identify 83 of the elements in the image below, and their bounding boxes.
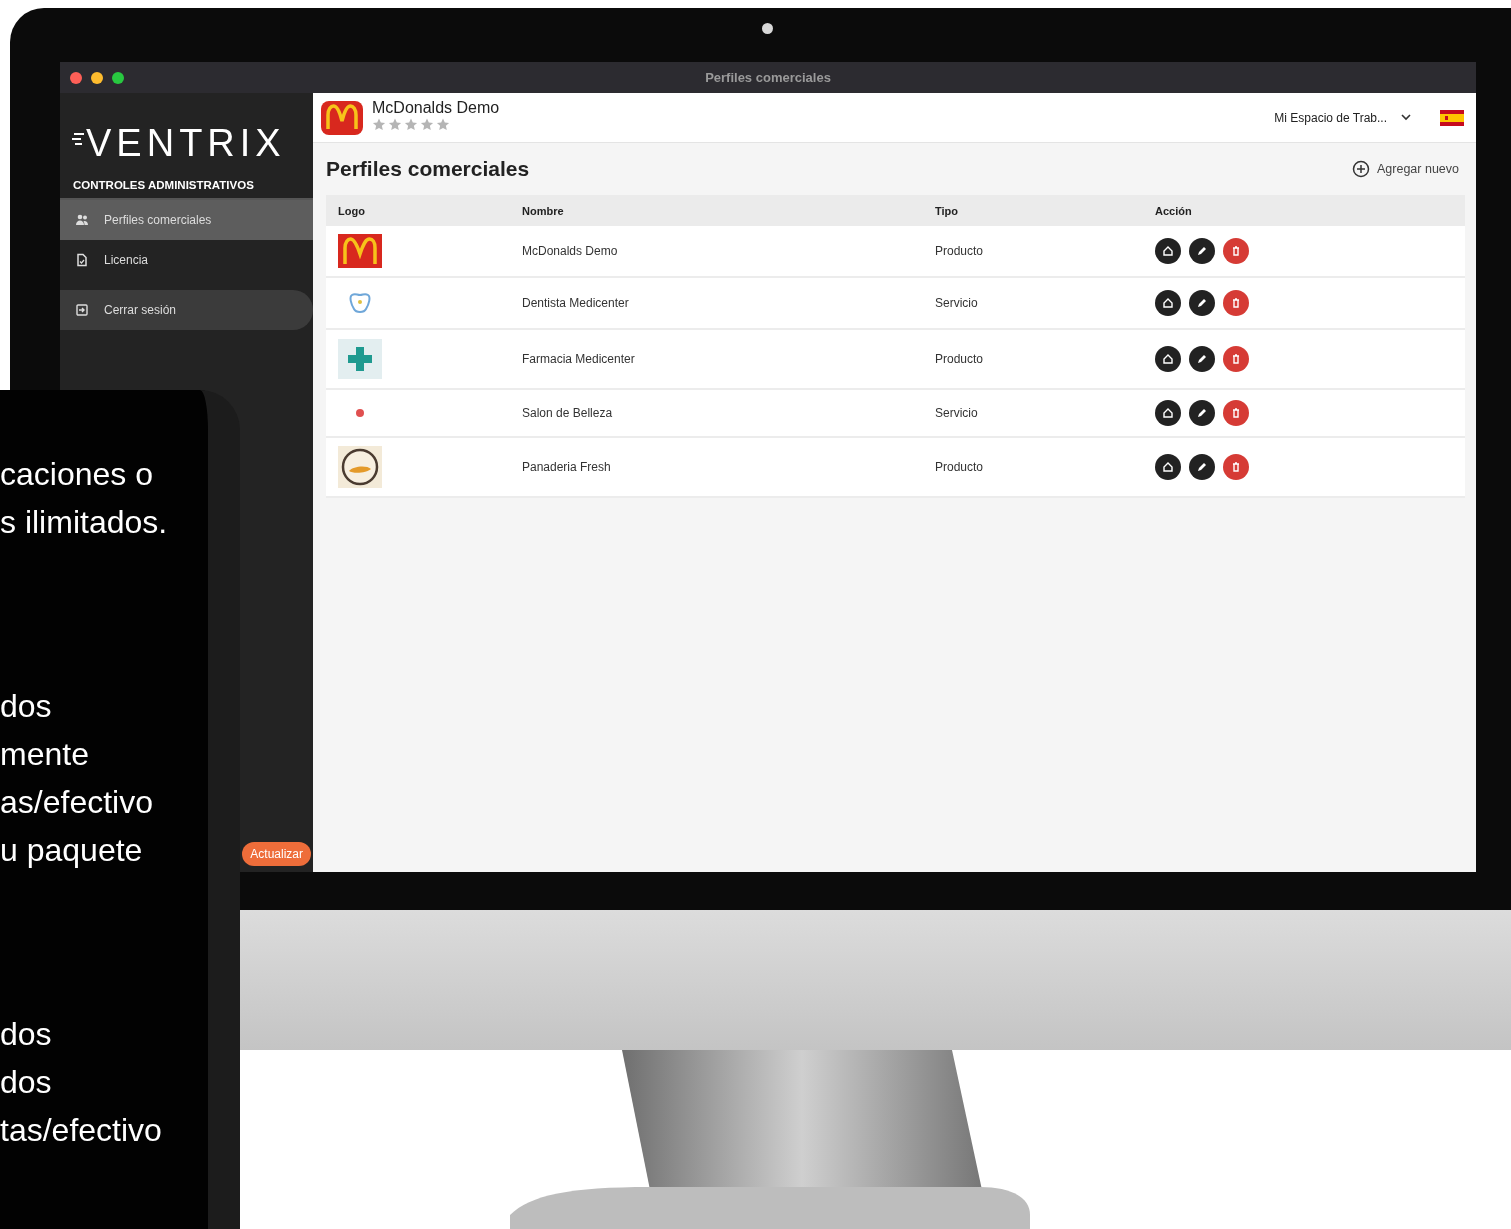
home-icon bbox=[1162, 245, 1174, 257]
edit-button[interactable] bbox=[1189, 238, 1215, 264]
trash-icon bbox=[1230, 461, 1242, 473]
trash-icon bbox=[1230, 297, 1242, 309]
delete-button[interactable] bbox=[1223, 238, 1249, 264]
arches-logo-icon bbox=[321, 100, 363, 135]
star-icon bbox=[372, 117, 386, 131]
delete-button[interactable] bbox=[1223, 400, 1249, 426]
column-header: Acción bbox=[1155, 204, 1193, 217]
chevron-down-icon bbox=[1401, 114, 1411, 121]
phone-text-line: u paquete bbox=[0, 831, 144, 870]
type-cell-text: Servicio bbox=[935, 296, 979, 310]
column-header: Nombre bbox=[522, 204, 565, 217]
edit-button[interactable] bbox=[1189, 454, 1215, 480]
phone-text-line: s ilimitados. bbox=[0, 503, 169, 542]
star-icon bbox=[436, 117, 450, 131]
delete-button[interactable] bbox=[1223, 454, 1249, 480]
pencil-icon bbox=[1196, 297, 1208, 309]
logout-icon bbox=[75, 303, 89, 317]
maximize-button[interactable] bbox=[112, 71, 124, 84]
home-icon bbox=[1162, 353, 1174, 365]
home-button[interactable] bbox=[1155, 454, 1181, 480]
star-icon bbox=[404, 117, 418, 131]
camera-dot bbox=[762, 23, 773, 34]
pencil-icon bbox=[1196, 353, 1208, 365]
add-new-button[interactable]: Agregar nuevo bbox=[1346, 159, 1465, 179]
phone-text-line: tas/efectivo bbox=[0, 1111, 163, 1150]
type-cell-text: Producto bbox=[935, 244, 985, 258]
home-icon bbox=[1162, 461, 1174, 473]
delete-button[interactable] bbox=[1223, 346, 1249, 372]
pencil-icon bbox=[1196, 245, 1208, 257]
type-cell-text: Servicio bbox=[935, 406, 979, 420]
type-cell-text: Producto bbox=[935, 460, 985, 474]
phone-text-line: caciones o bbox=[0, 455, 154, 494]
name-cell-text: McDonalds Demo bbox=[522, 244, 619, 258]
home-button[interactable] bbox=[1155, 238, 1181, 264]
close-button[interactable] bbox=[70, 71, 82, 84]
phone-text-line: mente bbox=[0, 735, 90, 774]
speed-lines-icon bbox=[72, 133, 84, 145]
minimize-button[interactable] bbox=[91, 71, 103, 84]
home-button[interactable] bbox=[1155, 346, 1181, 372]
name-cell-text: Salon de Belleza bbox=[522, 406, 614, 420]
edit-button[interactable] bbox=[1189, 290, 1215, 316]
delete-button[interactable] bbox=[1223, 290, 1249, 316]
phone-text-line: dos bbox=[0, 1015, 53, 1054]
edit-button[interactable] bbox=[1189, 400, 1215, 426]
plus-circle-icon bbox=[1352, 160, 1370, 178]
document-icon bbox=[75, 253, 89, 267]
home-button[interactable] bbox=[1155, 290, 1181, 316]
sidebar-item[interactable]: Perfiles comerciales bbox=[60, 200, 313, 240]
dot-logo bbox=[356, 409, 364, 417]
edit-button[interactable] bbox=[1189, 346, 1215, 372]
trash-icon bbox=[1230, 245, 1242, 257]
home-icon bbox=[1162, 407, 1174, 419]
home-icon bbox=[1162, 297, 1174, 309]
sidebar-item[interactable]: Licencia bbox=[60, 240, 313, 280]
trash-icon bbox=[1230, 407, 1242, 419]
name-cell-text: Farmacia Medicenter bbox=[522, 352, 636, 366]
page-title: Perfiles comerciales bbox=[326, 157, 530, 181]
workspace-dropdown[interactable]: Mi Espacio de Trab... bbox=[1268, 109, 1417, 126]
pencil-icon bbox=[1196, 407, 1208, 419]
trash-icon bbox=[1230, 353, 1242, 365]
star-icon bbox=[420, 117, 434, 131]
phone-text-line: as/efectivo bbox=[0, 783, 154, 822]
home-button[interactable] bbox=[1155, 400, 1181, 426]
brand-logo: VENTRIX bbox=[86, 121, 286, 165]
bread-logo bbox=[338, 446, 382, 488]
pencil-icon bbox=[1196, 461, 1208, 473]
name-cell-text: Panaderia Fresh bbox=[522, 460, 612, 474]
flag-icon[interactable] bbox=[1440, 109, 1464, 126]
window-title: Perfiles comerciales bbox=[704, 70, 832, 85]
column-header: Logo bbox=[338, 204, 366, 217]
people-icon bbox=[75, 213, 89, 227]
name-cell-text: Dentista Medicenter bbox=[522, 296, 630, 310]
star-icon bbox=[388, 117, 402, 131]
arches-logo bbox=[338, 234, 382, 268]
phone-text-line: dos bbox=[0, 1063, 53, 1102]
sidebar-item[interactable]: Cerrar sesión bbox=[60, 290, 313, 330]
column-header: Tipo bbox=[935, 204, 959, 217]
phone-text-line: dos bbox=[0, 687, 53, 726]
business-name: McDonalds Demo bbox=[372, 98, 500, 117]
cross-logo bbox=[338, 339, 382, 379]
type-cell-text: Producto bbox=[935, 352, 985, 366]
